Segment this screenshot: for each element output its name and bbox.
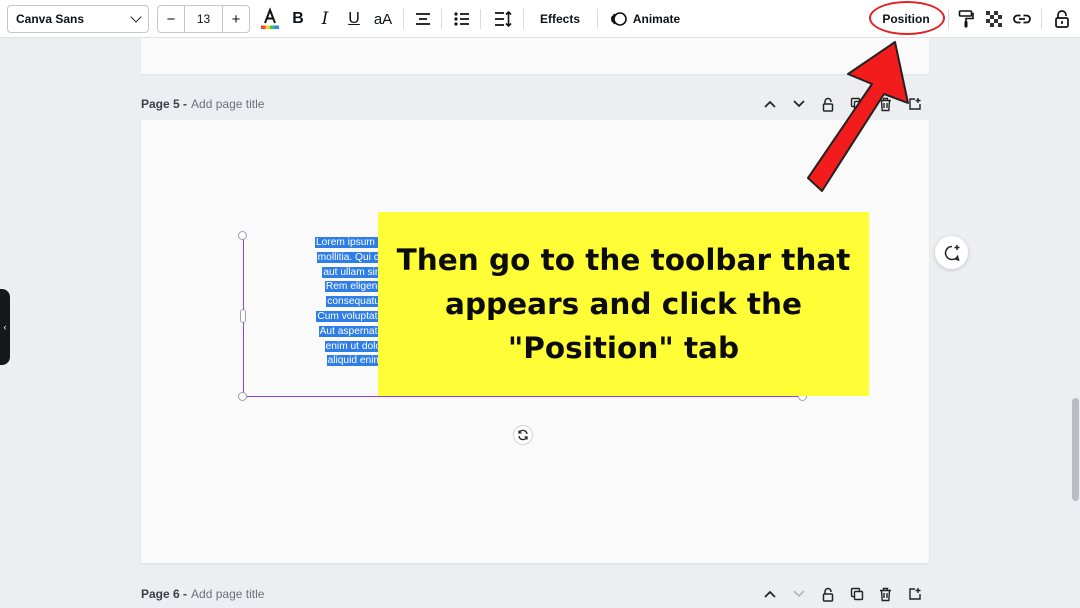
page-number: Page 6 - — [141, 587, 188, 601]
rotate-icon — [518, 429, 528, 441]
font-family-select[interactable]: Canva Sans — [7, 5, 149, 33]
chevron-down-icon — [792, 100, 805, 108]
transparency-button[interactable] — [981, 5, 1007, 33]
toolbar-divider — [1041, 9, 1042, 29]
page-title-input[interactable]: Add page title — [191, 97, 264, 111]
delete-page-button[interactable] — [871, 94, 900, 114]
callout-line: Then go to the toolbar that — [396, 243, 851, 277]
increase-font-size-button[interactable]: + — [223, 6, 249, 32]
animate-icon — [610, 12, 627, 26]
underline-icon: U — [348, 10, 360, 27]
duplicate-page-button[interactable] — [842, 94, 871, 114]
spacing-button[interactable] — [490, 5, 516, 33]
font-size-stepper: − 13 + — [157, 5, 250, 33]
page-actions — [755, 584, 929, 604]
side-panel-toggle[interactable]: ‹ — [0, 289, 10, 365]
link-button[interactable] — [1009, 5, 1035, 33]
trash-icon — [880, 587, 891, 601]
list-icon — [454, 12, 469, 26]
chevron-left-icon: ‹ — [3, 322, 7, 332]
add-comment-button[interactable] — [935, 236, 968, 269]
page-title-input[interactable]: Add page title — [191, 587, 264, 601]
italic-button[interactable]: I — [312, 5, 338, 33]
move-page-down-button[interactable] — [784, 584, 813, 604]
toolbar-divider — [403, 9, 404, 29]
link-icon — [1013, 14, 1031, 24]
page-actions — [755, 94, 929, 114]
scrollbar-thumb[interactable] — [1072, 398, 1079, 501]
align-center-icon — [416, 13, 430, 25]
add-page-button[interactable] — [900, 94, 929, 114]
callout-line: "Position" tab — [507, 331, 740, 365]
move-page-down-button[interactable] — [784, 94, 813, 114]
duplicate-page-button[interactable] — [842, 584, 871, 604]
lock-icon — [822, 97, 833, 112]
animate-button[interactable]: Animate — [606, 5, 684, 33]
toolbar-divider — [441, 9, 442, 29]
spacing-icon — [495, 10, 512, 28]
previous-page-canvas — [141, 38, 929, 74]
chevron-down-icon — [792, 590, 805, 598]
lock-page-button[interactable] — [813, 94, 842, 114]
toolbar-divider — [523, 9, 524, 29]
scrollbar-track[interactable] — [1071, 38, 1080, 608]
duplicate-icon — [850, 97, 863, 111]
list-button[interactable] — [449, 5, 475, 33]
underline-button[interactable]: U — [341, 5, 367, 33]
animate-label: Animate — [632, 12, 681, 26]
instruction-callout: Then go to the toolbar that appears and … — [378, 212, 869, 396]
chevron-down-icon — [130, 11, 142, 23]
bold-icon: B — [292, 10, 304, 27]
callout-line: appears and click the — [445, 287, 802, 321]
copy-style-button[interactable] — [953, 5, 979, 33]
text-color-button[interactable] — [257, 5, 283, 33]
add-page-icon — [908, 588, 921, 600]
lock-icon — [822, 587, 833, 602]
toolbar-divider — [948, 9, 949, 29]
rotate-handle[interactable] — [513, 425, 533, 445]
text-color-icon — [261, 7, 279, 29]
paint-roller-icon — [958, 10, 974, 28]
page-number: Page 5 - — [141, 97, 188, 111]
comment-add-icon — [944, 244, 960, 261]
move-page-up-button[interactable] — [755, 94, 784, 114]
delete-page-button[interactable] — [871, 584, 900, 604]
add-page-button[interactable] — [900, 584, 929, 604]
chevron-up-icon — [763, 590, 776, 598]
italic-icon: I — [321, 9, 329, 29]
position-highlight-oval — [869, 1, 945, 35]
font-family-value: Canva Sans — [16, 12, 85, 26]
align-button[interactable] — [410, 5, 436, 33]
lock-button[interactable] — [1049, 5, 1075, 33]
page-5-header: Page 5 - Add page title — [141, 94, 929, 114]
trash-icon — [880, 97, 891, 111]
toolbar-divider — [480, 9, 481, 29]
resize-handle-bottom-left[interactable] — [238, 392, 247, 401]
font-size-input[interactable]: 13 — [184, 6, 223, 32]
effects-button[interactable]: Effects — [532, 5, 588, 33]
chevron-up-icon — [763, 100, 776, 108]
decrease-font-size-button[interactable]: − — [158, 6, 184, 32]
lock-icon — [1055, 10, 1069, 28]
add-page-icon — [908, 98, 921, 110]
duplicate-icon — [850, 587, 863, 601]
bold-button[interactable]: B — [285, 5, 311, 33]
letter-case-button[interactable]: aA — [369, 5, 397, 33]
page-6-header: Page 6 - Add page title — [141, 584, 929, 604]
lock-page-button[interactable] — [813, 584, 842, 604]
move-page-up-button[interactable] — [755, 584, 784, 604]
letter-case-icon: aA — [373, 10, 393, 28]
transparency-icon — [986, 11, 1002, 27]
toolbar-divider — [597, 9, 598, 29]
